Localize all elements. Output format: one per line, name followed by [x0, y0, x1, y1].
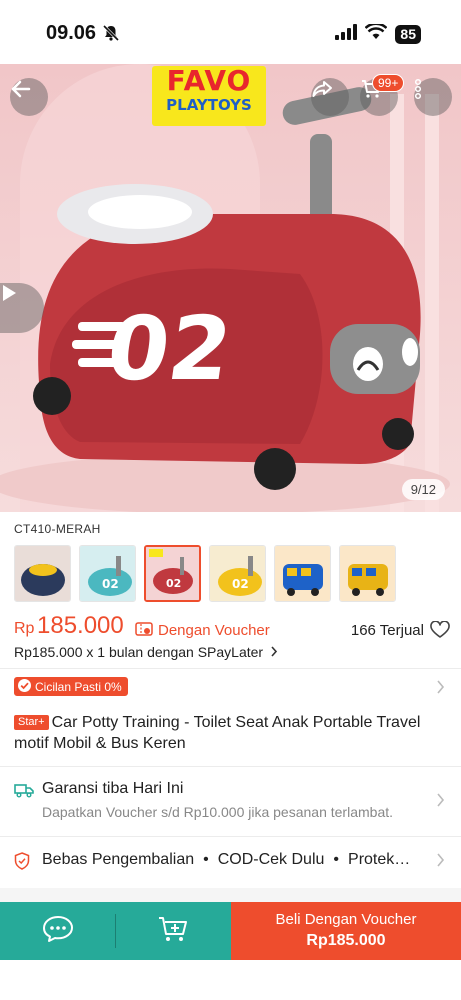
service-return: Bebas Pengembalian — [42, 851, 195, 868]
divider — [0, 766, 461, 767]
variant-thumb[interactable] — [339, 545, 396, 602]
thumb-label: 02 — [166, 577, 181, 590]
buy-price: Rp185.000 — [306, 932, 386, 949]
check-shield-icon — [17, 678, 32, 696]
status-time: 09.06 — [46, 22, 97, 44]
variant-thumb-selected[interactable]: 02 — [144, 545, 201, 602]
back-button[interactable] — [10, 78, 48, 116]
spaylater-info[interactable]: Rp185.000 x 1 bulan dengan SPayLater — [14, 644, 278, 660]
voucher-icon — [135, 622, 153, 641]
bell-muted-icon — [102, 24, 120, 47]
price-value: 185.000 — [37, 612, 124, 639]
thumb-label: 02 — [102, 577, 119, 591]
buy-label: Beli Dengan Voucher — [275, 911, 417, 928]
cart-plus-icon — [158, 915, 188, 948]
services-row[interactable]: Bebas Pengembalian • COD-Cek Dulu • Protek… — [42, 851, 410, 869]
price-currency: Rp — [14, 620, 35, 637]
service-cod: COD-Cek Dulu — [217, 851, 325, 868]
thumb-image — [275, 546, 330, 601]
cicilan-text: Cicilan Pasti 0% — [35, 679, 122, 694]
voucher-text: Dengan Voucher — [158, 622, 270, 639]
variant-thumb[interactable] — [274, 545, 331, 602]
chat-icon — [42, 915, 74, 948]
product-title: Star+ Car Potty Training - Toilet Seat An… — [14, 712, 449, 754]
product-image-gallery[interactable]: 02 FAVO PLAYTOYS 99+ 9/12 — [0, 64, 461, 512]
share-button[interactable] — [311, 78, 349, 116]
variant-thumb[interactable]: 02 — [79, 545, 136, 602]
buy-with-voucher-button[interactable]: Beli Dengan Voucher Rp185.000 — [231, 902, 461, 960]
shipping-guarantee-subtitle: Dapatkan Voucher s/d Rp10.000 jika pesan… — [42, 804, 394, 820]
brand-logo: FAVO PLAYTOYS — [152, 66, 266, 126]
heart-icon[interactable] — [430, 620, 450, 644]
price-row: Rp 185.000 Dengan Voucher 166 Terjual — [14, 612, 450, 644]
logo-line1: FAVO — [166, 64, 252, 97]
sold-count: 166 Terjual — [350, 622, 424, 639]
chevron-right-icon[interactable] — [436, 853, 445, 872]
service-protection: Protek… — [348, 851, 411, 868]
cicilan-badge[interactable]: Cicilan Pasti 0% — [14, 677, 128, 696]
thumb-image — [15, 546, 70, 601]
status-bar: 09.06 85 — [0, 0, 461, 64]
spaylater-text: Rp185.000 x 1 bulan dengan SPayLater — [14, 644, 264, 660]
section-separator — [0, 888, 461, 902]
chevron-right-icon[interactable] — [436, 680, 445, 699]
chevron-right-icon[interactable] — [436, 793, 445, 812]
thumb-label: 02 — [232, 577, 249, 591]
chat-button[interactable] — [0, 902, 115, 960]
potty-car-illustration: 02 — [0, 64, 450, 512]
image-counter: 9/12 — [401, 479, 445, 500]
variant-name: CT410-MERAH — [14, 522, 101, 536]
variant-thumb[interactable]: 02 — [209, 545, 266, 602]
variant-thumbnails: 02 02 02 — [14, 545, 396, 602]
thumb-image: 02 — [210, 546, 265, 601]
divider — [115, 914, 116, 948]
more-options-button[interactable] — [414, 78, 452, 116]
chevron-right-icon — [270, 644, 278, 660]
thumb-image: 02 — [146, 547, 199, 600]
product-title-text: Car Potty Training - Toilet Seat Anak Po… — [14, 714, 421, 752]
bottom-action-bar: Beli Dengan Voucher Rp185.000 — [0, 902, 461, 960]
star-plus-badge: Star+ — [14, 715, 49, 730]
wifi-icon — [365, 22, 388, 45]
truck-icon — [14, 782, 34, 803]
variant-thumb[interactable] — [14, 545, 71, 602]
logo-line2: PLAYTOYS — [166, 96, 252, 114]
cart-count-badge: 99+ — [372, 74, 405, 92]
divider — [0, 836, 461, 837]
thumb-image: 02 — [80, 546, 135, 601]
battery-indicator: 85 — [395, 25, 421, 44]
shipping-guarantee-title[interactable]: Garansi tiba Hari Ini — [42, 780, 183, 798]
shield-check-icon — [14, 852, 30, 875]
divider — [0, 668, 461, 669]
signal-icon — [335, 24, 358, 45]
add-to-cart-button[interactable] — [115, 902, 231, 960]
thumb-image — [340, 546, 395, 601]
